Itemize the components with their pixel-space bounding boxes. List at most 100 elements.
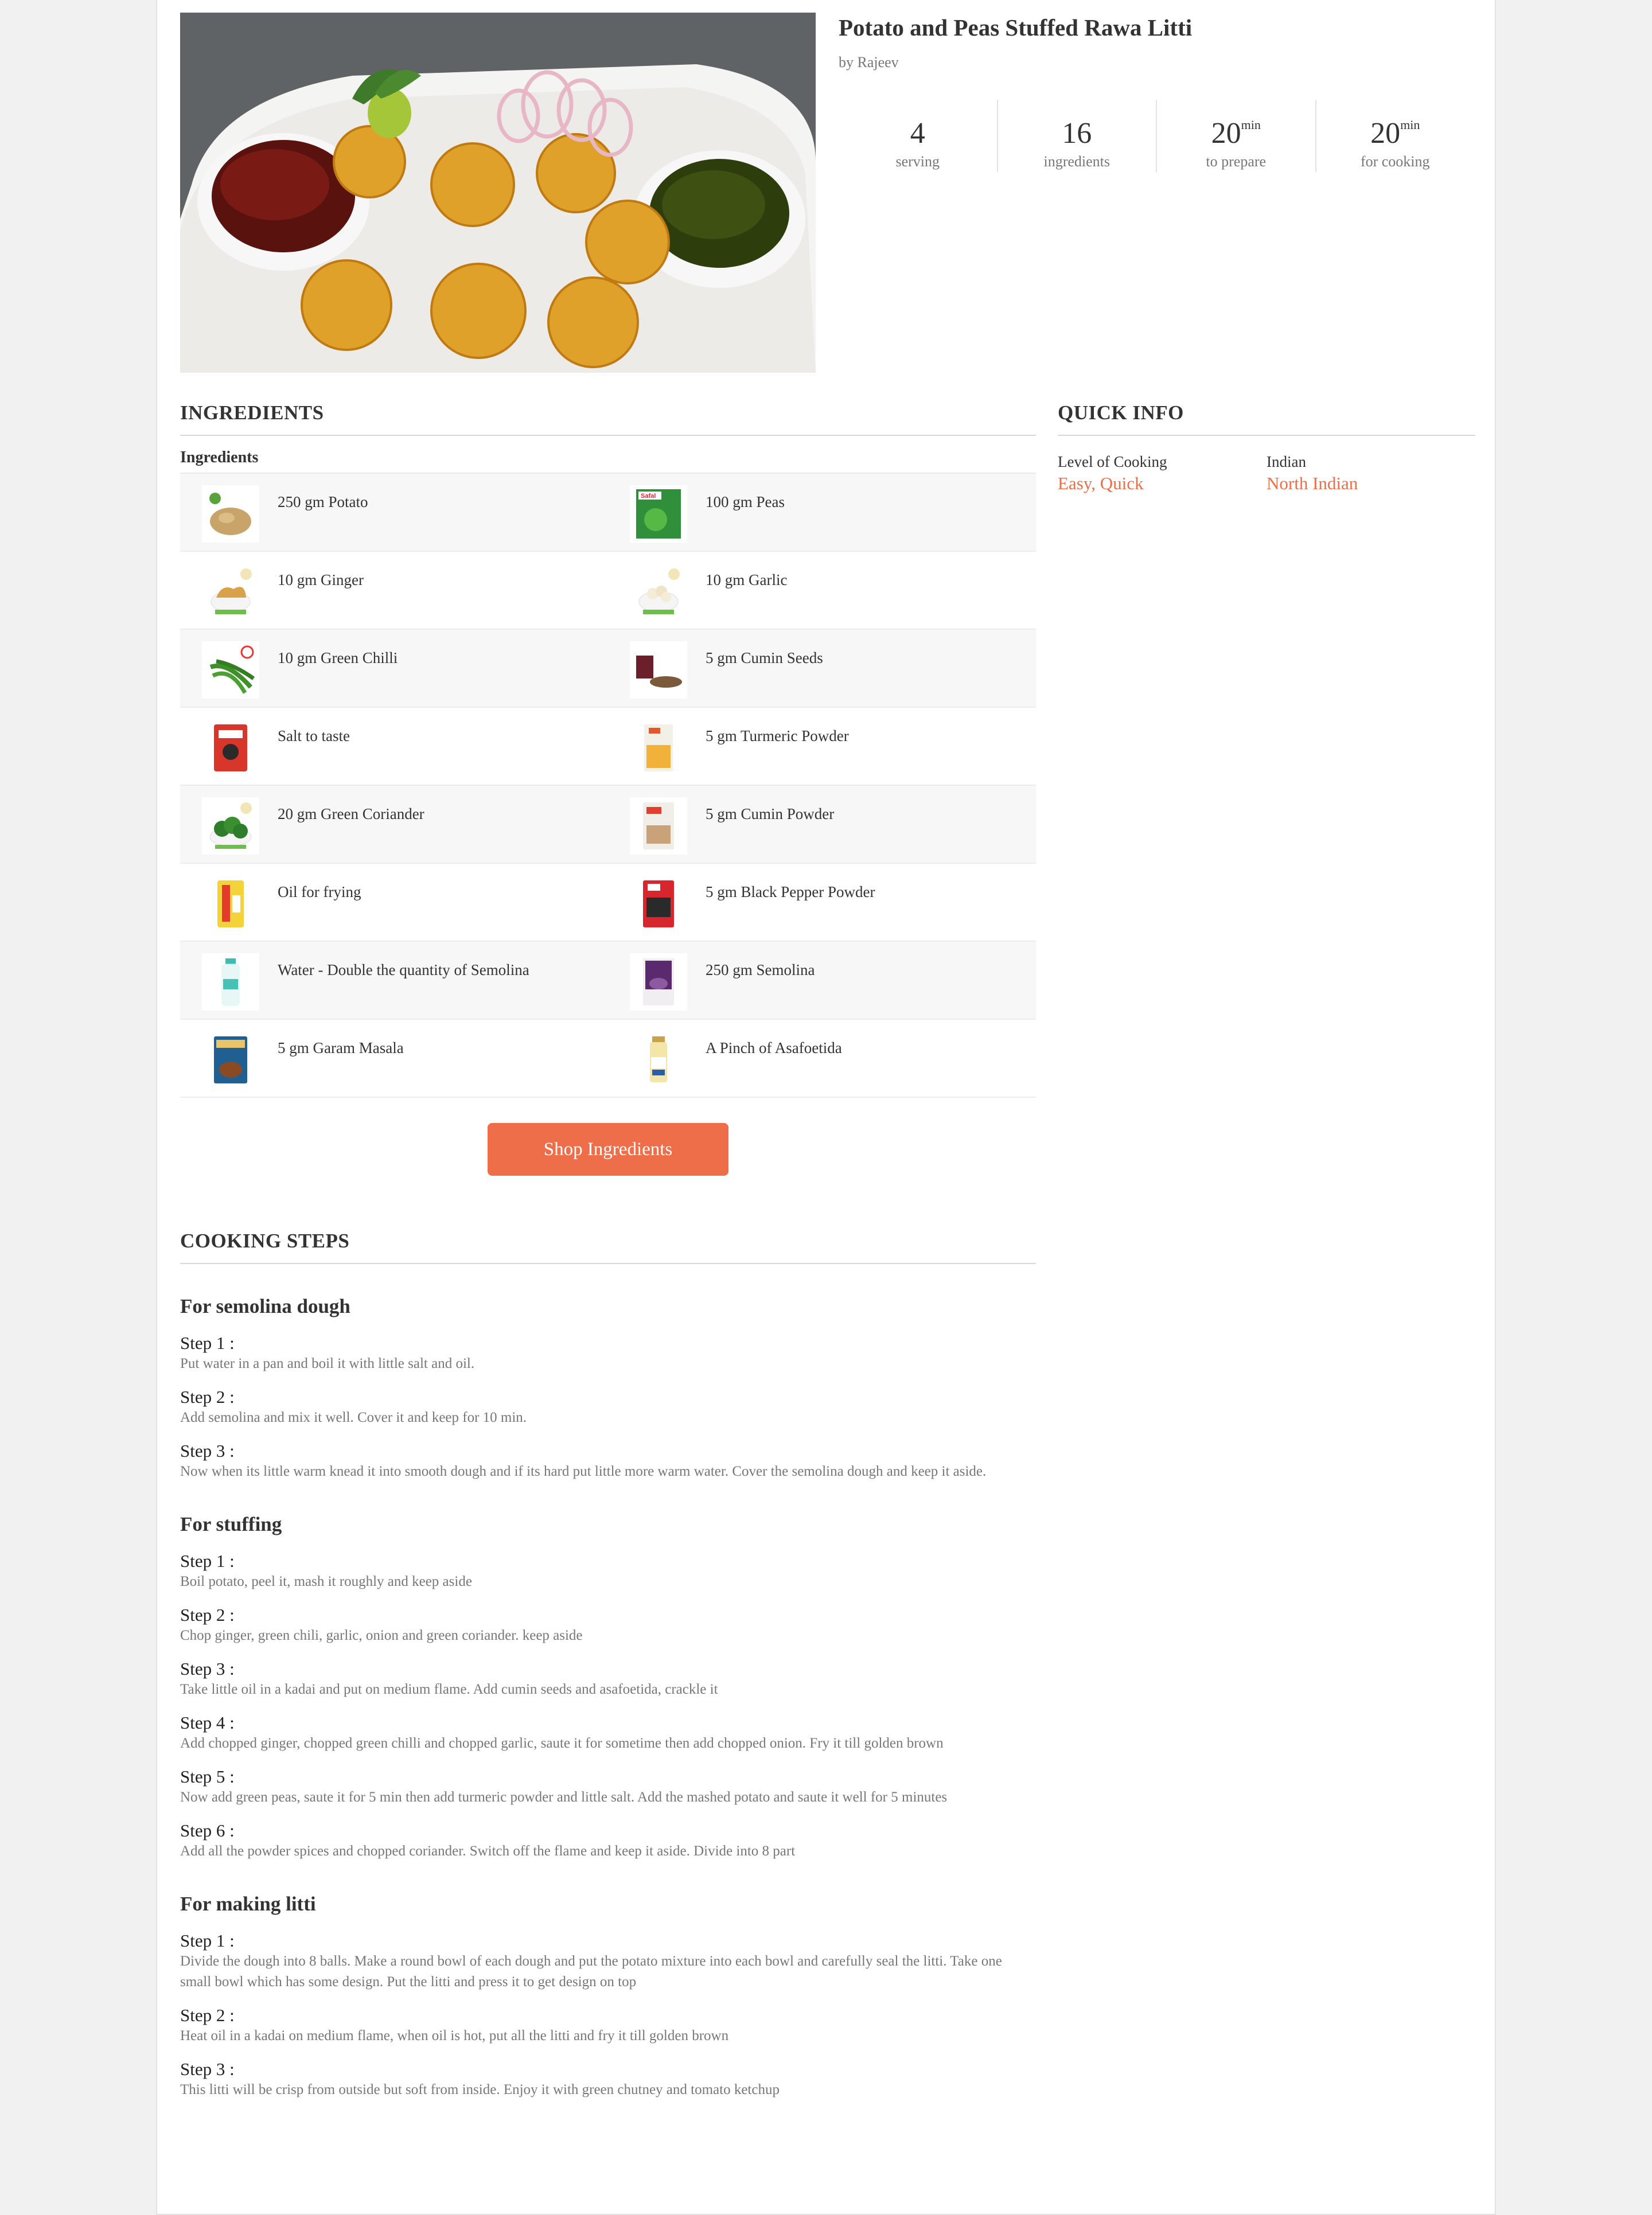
step-label: Step 2 :	[180, 1605, 235, 1625]
ingredient-name: 5 gm Cumin Seeds	[706, 649, 823, 666]
ingredient-item[interactable]: Water - Double the quantity of Semolina	[180, 942, 608, 1019]
ingredient-item[interactable]: 10 gm Ginger	[180, 552, 608, 629]
quick-info-link[interactable]: Easy, Quick	[1058, 473, 1267, 494]
recipe-title: Potato and Peas Stuffed Rawa Litti	[839, 14, 1193, 41]
step-label: Step 6 :	[180, 1820, 235, 1840]
step-item: Step 1 : Divide the dough into 8 balls. …	[180, 1931, 1036, 1992]
ingredient-name: 250 gm Semolina	[706, 961, 815, 978]
shop-ingredients-button[interactable]: Shop Ingredients	[488, 1123, 728, 1176]
step-text: Add chopped ginger, chopped green chilli…	[180, 1736, 944, 1751]
cumin-powder-pack-icon	[630, 797, 687, 855]
ingredient-item[interactable]: 20 gm Green Coriander	[180, 786, 608, 863]
ingredient-item[interactable]: Oil for frying	[180, 864, 608, 941]
stat-prep-time: 20min to prepare	[1157, 100, 1316, 172]
ingredient-item[interactable]: 10 gm Garlic	[608, 552, 1036, 629]
step-text: Boil potato, peel it, mash it roughly an…	[180, 1574, 472, 1589]
step-text: Now when its little warm knead it into s…	[180, 1464, 987, 1479]
ingredients-subheading: Ingredients	[180, 449, 1036, 474]
ginger-icon	[202, 563, 259, 621]
ingredient-item[interactable]: 5 gm Turmeric Powder	[608, 708, 1036, 785]
stat-value: 20	[1370, 117, 1401, 150]
coriander-icon	[202, 797, 259, 855]
ingredient-name: Water - Double the quantity of Semolina	[278, 961, 529, 978]
ingredient-row: 10 gm Green Chilli 5 gm Cumin Seeds	[180, 630, 1036, 708]
ingredient-item[interactable]: 5 gm Black Pepper Powder	[608, 864, 1036, 941]
ingredient-row: Salt to taste 5 gm Turmeric Powder	[180, 708, 1036, 786]
ingredient-name: 10 gm Garlic	[706, 571, 788, 588]
step-label: Step 2 :	[180, 2005, 235, 2025]
ingredient-name: 5 gm Black Pepper Powder	[706, 883, 875, 900]
ingredient-item[interactable]: A Pinch of Asafoetida	[608, 1020, 1036, 1097]
step-item: Step 1 : Put water in a pan and boil it …	[180, 1333, 1036, 1374]
water-bottle-icon	[202, 953, 259, 1011]
ingredient-row: Water - Double the quantity of Semolina …	[180, 942, 1036, 1020]
step-item: Step 3 : This litti will be crisp from o…	[180, 2059, 1036, 2100]
quick-info-section: QUICK INFO Level of Cooking Easy, Quick …	[1058, 401, 1475, 494]
recipe-photo	[180, 13, 816, 373]
step-text: Add all the powder spices and chopped co…	[180, 1843, 796, 1859]
step-label: Step 1 :	[180, 1551, 235, 1571]
step-text: Divide the dough into 8 balls. Make a ro…	[180, 1953, 1002, 1990]
ingredient-item[interactable]: Safal 100 gm Peas	[608, 474, 1036, 551]
ingredient-name: 20 gm Green Coriander	[278, 805, 424, 822]
ingredient-item[interactable]: 10 gm Green Chilli	[180, 630, 608, 707]
oil-pack-icon	[202, 875, 259, 933]
ingredient-item[interactable]: 5 gm Cumin Powder	[608, 786, 1036, 863]
stat-label: ingredients	[1043, 153, 1111, 170]
green-chilli-icon	[202, 641, 259, 699]
step-text: Add semolina and mix it well. Cover it a…	[180, 1410, 527, 1425]
recipe-page: Potato and Peas Stuffed Rawa Litti by Ra…	[156, 0, 1496, 2215]
step-label: Step 3 :	[180, 1659, 235, 1679]
ingredient-row: Oil for frying 5 gm Black Pepper Powder	[180, 864, 1036, 942]
step-item: Step 5 : Now add green peas, saute it fo…	[180, 1766, 1036, 1808]
step-label: Step 2 :	[180, 1387, 235, 1407]
ingredient-name: 5 gm Cumin Powder	[706, 805, 835, 822]
stat-unit: min	[1241, 118, 1261, 132]
ingredient-name: 100 gm Peas	[706, 493, 785, 510]
ingredient-name: Salt to taste	[278, 727, 350, 744]
potato-icon	[202, 485, 259, 543]
step-text: Put water in a pan and boil it with litt…	[180, 1356, 475, 1371]
recipe-header: Potato and Peas Stuffed Rawa Litti by Ra…	[839, 13, 1474, 172]
step-label: Step 3 :	[180, 2059, 235, 2079]
ingredient-item[interactable]: Salt to taste	[180, 708, 608, 785]
ingredient-item[interactable]: 5 gm Garam Masala	[180, 1020, 608, 1097]
peas-pack-icon: Safal	[630, 485, 687, 543]
quick-info-label: Indian	[1267, 453, 1306, 470]
recipe-stats: 4 serving 16 ingredients 20min to prepar…	[839, 100, 1474, 172]
ingredient-row: 5 gm Garam Masala A Pinch of Asafoetida	[180, 1020, 1036, 1098]
ingredient-item[interactable]: 250 gm Potato	[180, 474, 608, 551]
step-label: Step 1 :	[180, 1333, 235, 1353]
ingredient-item[interactable]: 250 gm Semolina	[608, 942, 1036, 1019]
stat-value: 20	[1211, 117, 1241, 150]
step-label: Step 5 :	[180, 1766, 235, 1787]
stat-unit: min	[1400, 118, 1420, 132]
stat-label: serving	[895, 153, 940, 170]
step-text: This litti will be crisp from outside bu…	[180, 2082, 780, 2097]
ingredients-heading: INGREDIENTS	[180, 401, 1036, 436]
ingredient-name: A Pinch of Asafoetida	[706, 1039, 842, 1056]
step-text: Take little oil in a kadai and put on me…	[180, 1682, 718, 1697]
ingredient-name: 10 gm Ginger	[278, 571, 364, 588]
ingredient-name: 5 gm Garam Masala	[278, 1039, 404, 1056]
step-item: Step 2 : Add semolina and mix it well. C…	[180, 1387, 1036, 1428]
ingredient-row: 250 gm Potato Safal 100 gm Peas	[180, 474, 1036, 552]
stat-ingredients: 16 ingredients	[998, 100, 1157, 172]
ingredient-item[interactable]: 5 gm Cumin Seeds	[608, 630, 1036, 707]
cumin-seeds-icon	[630, 641, 687, 699]
step-label: Step 3 :	[180, 1441, 235, 1461]
step-group-title: For making litti	[180, 1893, 316, 1915]
cooking-steps-heading: COOKING STEPS	[180, 1230, 1036, 1264]
ingredient-name: 10 gm Green Chilli	[278, 649, 398, 666]
step-item: Step 2 : Chop ginger, green chili, garli…	[180, 1605, 1036, 1646]
cooking-steps-section: COOKING STEPS For semolina dough Step 1 …	[180, 1230, 1036, 2112]
garlic-icon	[630, 563, 687, 621]
quick-info-item: Level of Cooking Easy, Quick	[1058, 453, 1267, 494]
step-item: Step 3 : Now when its little warm knead …	[180, 1441, 1036, 1482]
ingredient-row: 10 gm Ginger 10 gm Garlic	[180, 552, 1036, 630]
ingredient-row: 20 gm Green Coriander 5 gm Cumin Powder	[180, 786, 1036, 864]
asafoetida-jar-icon	[630, 1031, 687, 1089]
quick-info-label: Level of Cooking	[1058, 453, 1167, 470]
salt-pack-icon	[202, 719, 259, 777]
quick-info-link[interactable]: North Indian	[1267, 473, 1475, 494]
